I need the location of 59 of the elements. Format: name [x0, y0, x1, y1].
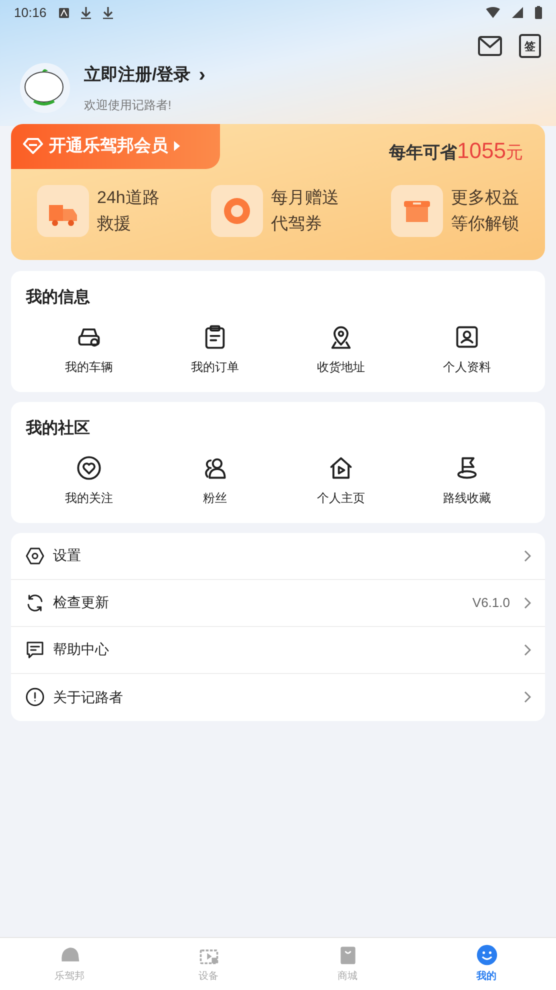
menu-row[interactable]: 检查更新 V6.1.0 [11, 580, 545, 626]
info-icon [25, 687, 45, 707]
tab-item[interactable]: 我的 [417, 938, 556, 990]
menu-label: 设置 [53, 546, 82, 565]
benefit-text: 更多权益 [451, 186, 519, 208]
menu-row[interactable]: 关于记路者 [11, 674, 545, 720]
grid-item-label[interactable]: 我的关注 [65, 488, 113, 506]
menu-row[interactable]: 帮助中心 [11, 626, 545, 674]
menu-row[interactable]: 设置 [11, 532, 545, 580]
section-title: 我的社区 [26, 418, 91, 438]
grid-item-label[interactable]: 收货地址 [317, 358, 365, 376]
grid-item-label[interactable]: 个人主页 [317, 488, 365, 506]
gift-box-icon [391, 184, 443, 236]
savings-unit: 元 [506, 142, 523, 164]
signal-icon [512, 7, 523, 18]
welcome-text: 欢迎使用记路者! [84, 96, 172, 114]
chevron-icon [524, 691, 531, 703]
diamond-icon [23, 138, 43, 154]
message-icon [25, 640, 45, 660]
vip-banner[interactable]: 开通乐驾邦会员 每年可省1055元 24h道路 救援 每月赠送 代驾券 更多权益 等你解锁 [11, 124, 545, 260]
chevron-icon [524, 644, 531, 656]
refresh-icon [25, 592, 45, 612]
download-icon [80, 6, 91, 18]
settings-icon [25, 546, 45, 566]
smiley-icon [476, 944, 498, 966]
version-text: V6.1.0 [472, 594, 510, 612]
status-time: 10:16 [14, 4, 47, 22]
chevron-icon [524, 596, 531, 608]
avatar-icon [20, 62, 70, 113]
truck-icon [37, 184, 89, 236]
mail-icon[interactable] [478, 36, 502, 56]
grid-item-label[interactable]: 我的订单 [191, 358, 239, 376]
menu-label: 关于记路者 [53, 688, 124, 706]
coupon-icon [211, 184, 264, 236]
benefit-text: 救援 [97, 212, 132, 234]
wifi-icon [486, 7, 500, 18]
menu-label: 检查更新 [53, 593, 110, 612]
benefit-text: 等你解锁 [451, 212, 519, 234]
profile-card-icon[interactable] [454, 324, 480, 350]
home-play-icon[interactable] [328, 454, 354, 480]
chevron-icon [524, 550, 531, 562]
benefit-text: 24h道路 [97, 186, 160, 208]
chevron-icon[interactable]: › [198, 64, 206, 85]
grid-item-label[interactable]: 个人资料 [443, 358, 491, 376]
benefit-text: 代驾券 [271, 212, 324, 234]
battery-icon [535, 6, 542, 19]
download-icon [102, 6, 113, 18]
section-title: 我的信息 [26, 288, 91, 308]
app-notification-icon [58, 8, 69, 18]
grid-item-label[interactable]: 粉丝 [203, 488, 227, 506]
menu-label: 帮助中心 [53, 640, 110, 659]
benefit-text: 每月赠送 [271, 186, 340, 208]
sign-in-calendar-icon[interactable]: 签 [519, 34, 541, 58]
caret-icon [174, 141, 180, 151]
savings-amount: 1055 [457, 136, 506, 164]
grid-item-label[interactable]: 我的车辆 [65, 358, 113, 376]
grid-item-label[interactable]: 路线收藏 [443, 488, 491, 506]
savings-text: 每年可省 [389, 142, 458, 164]
login-link[interactable]: 立即注册/登录 [84, 62, 191, 88]
